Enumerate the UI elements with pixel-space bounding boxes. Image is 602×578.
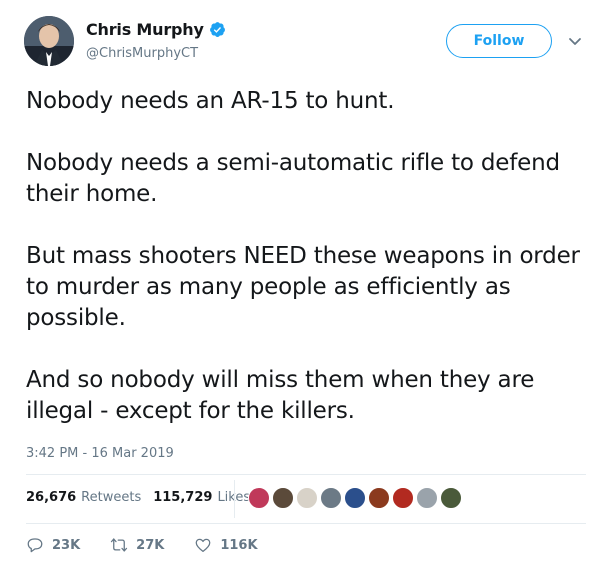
author-handle[interactable]: @ChrisMurphyCT — [86, 46, 198, 61]
tweet-paragraph: Nobody needs an AR-15 to hunt. — [26, 88, 395, 114]
reply-count: 23K — [52, 537, 81, 553]
tweet-paragraph: But mass shooters NEED these weapons in … — [26, 243, 580, 331]
retweet-button[interactable]: 27K — [110, 536, 164, 554]
likes-count[interactable]: 115,729 — [153, 490, 212, 505]
retweets-count[interactable]: 26,676 — [26, 490, 76, 505]
liker-avatar[interactable] — [368, 487, 390, 509]
tweet-text: Nobody needs an AR-15 to hunt. Nobody ne… — [26, 86, 592, 458]
retweet-icon — [111, 538, 128, 552]
divider — [26, 523, 586, 524]
like-button[interactable]: 116K — [194, 536, 258, 554]
liker-avatar[interactable] — [440, 487, 462, 509]
tweet-actions: 23K 27K 116K — [26, 536, 288, 554]
retweet-count: 27K — [136, 537, 165, 553]
follow-button[interactable]: Follow — [446, 24, 552, 58]
like-count: 116K — [220, 537, 258, 553]
divider — [26, 474, 586, 475]
liker-avatar[interactable] — [320, 487, 342, 509]
liker-avatar[interactable] — [392, 487, 414, 509]
liker-avatar[interactable] — [344, 487, 366, 509]
tweet-paragraph: And so nobody will miss them when they a… — [26, 367, 535, 424]
tweet-timestamp[interactable]: 3:42 PM - 16 Mar 2019 — [26, 446, 174, 461]
chevron-down-icon[interactable] — [568, 36, 582, 48]
tweet-paragraph: Nobody needs a semi-automatic rifle to d… — [26, 150, 560, 207]
liker-avatar[interactable] — [416, 487, 438, 509]
reply-icon — [27, 538, 43, 553]
liker-avatar[interactable] — [296, 487, 318, 509]
display-name[interactable]: Chris Murphy — [86, 20, 204, 39]
profile-photo — [24, 16, 74, 66]
liker-avatar[interactable] — [248, 487, 270, 509]
author-name-row[interactable]: Chris Murphy — [86, 20, 226, 39]
stats-separator — [234, 480, 235, 518]
liker-avatar[interactable] — [272, 487, 294, 509]
avatar[interactable] — [24, 16, 74, 66]
tweet-stats: 26,676 Retweets 115,729 Likes — [26, 490, 262, 505]
heart-icon — [195, 538, 211, 553]
retweets-label[interactable]: Retweets — [81, 490, 141, 505]
reply-button[interactable]: 23K — [26, 536, 80, 554]
liker-avatars[interactable] — [248, 487, 464, 509]
verified-badge-icon — [209, 22, 225, 37]
